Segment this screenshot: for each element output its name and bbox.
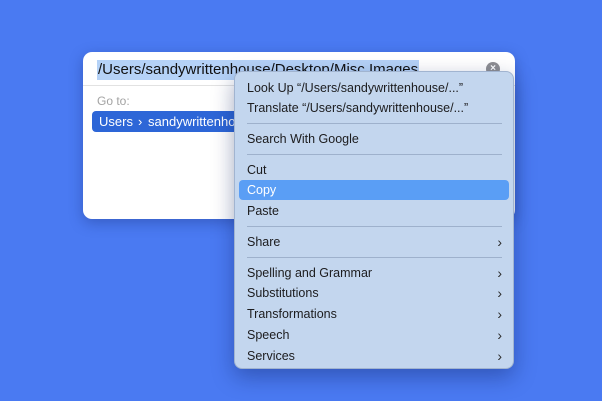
menu-item-label: Look Up “/Users/sandywrittenhouse/...” [247, 81, 464, 95]
menu-item-speech[interactable]: Speech › [239, 325, 509, 345]
menu-item-label: Paste [247, 204, 279, 218]
suggestion-segment-user-folder: sandywrittenho [148, 114, 236, 129]
menu-item-paste[interactable]: Paste [239, 201, 509, 221]
menu-item-label: Cut [247, 163, 267, 177]
menu-item-share[interactable]: Share › [239, 232, 509, 252]
menu-item-substitutions[interactable]: Substitutions › [239, 283, 509, 303]
chevron-right-icon: › [497, 348, 502, 364]
go-to-label: Go to: [97, 94, 130, 108]
menu-item-label: Copy [247, 183, 277, 197]
menu-item-search-with-google[interactable]: Search With Google [239, 129, 509, 149]
menu-item-label: Search With Google [247, 132, 359, 146]
chevron-right-icon: › [497, 265, 502, 281]
menu-item-look-up[interactable]: Look Up “/Users/sandywrittenhouse/...” [239, 78, 509, 98]
path-suggestion[interactable]: Users › sandywrittenho [92, 111, 252, 132]
menu-item-label: Speech [247, 328, 290, 342]
menu-item-label: Services [247, 349, 295, 363]
menu-separator [247, 154, 502, 155]
menu-item-label: Share [247, 235, 281, 249]
menu-item-services[interactable]: Services › [239, 346, 509, 366]
chevron-right-icon: › [497, 285, 502, 301]
chevron-right-icon: › [497, 306, 502, 322]
menu-item-transformations[interactable]: Transformations › [239, 304, 509, 324]
chevron-right-icon: › [138, 114, 143, 129]
menu-item-translate[interactable]: Translate “/Users/sandywrittenhouse/...” [239, 98, 509, 118]
chevron-right-icon: › [497, 327, 502, 343]
menu-item-label: Substitutions [247, 286, 319, 300]
menu-separator [247, 257, 502, 258]
menu-item-label: Transformations [247, 307, 337, 321]
menu-separator [247, 226, 502, 227]
menu-item-label: Spelling and Grammar [247, 266, 373, 280]
menu-item-spelling-and-grammar[interactable]: Spelling and Grammar › [239, 263, 509, 283]
suggestion-segment-users: Users [99, 114, 133, 129]
menu-separator [247, 123, 502, 124]
context-menu: Look Up “/Users/sandywrittenhouse/...” T… [234, 71, 514, 369]
menu-item-copy[interactable]: Copy [239, 180, 509, 200]
menu-item-label: Translate “/Users/sandywrittenhouse/...” [247, 101, 469, 115]
menu-item-cut[interactable]: Cut [239, 160, 509, 180]
chevron-right-icon: › [497, 234, 502, 250]
